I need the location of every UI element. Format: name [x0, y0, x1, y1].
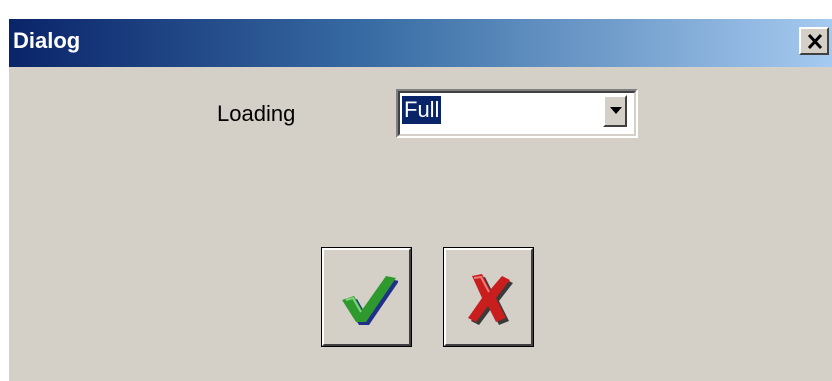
- ok-button[interactable]: [321, 247, 412, 347]
- title-bar[interactable]: Dialog: [9, 19, 832, 67]
- cancel-button[interactable]: [443, 247, 534, 347]
- loading-select[interactable]: Full: [396, 89, 638, 138]
- checkmark-icon: [342, 276, 398, 325]
- chevron-down-icon: [610, 107, 622, 114]
- dropdown-button[interactable]: [603, 95, 627, 127]
- close-icon: [807, 33, 823, 50]
- loading-select-value[interactable]: Full: [402, 96, 442, 124]
- x-icon: [468, 274, 513, 325]
- loading-label: Loading: [217, 101, 296, 126]
- dialog-window: Dialog Loading Full: [8, 19, 832, 381]
- window-title: Dialog: [13, 28, 81, 53]
- close-button[interactable]: [799, 27, 829, 55]
